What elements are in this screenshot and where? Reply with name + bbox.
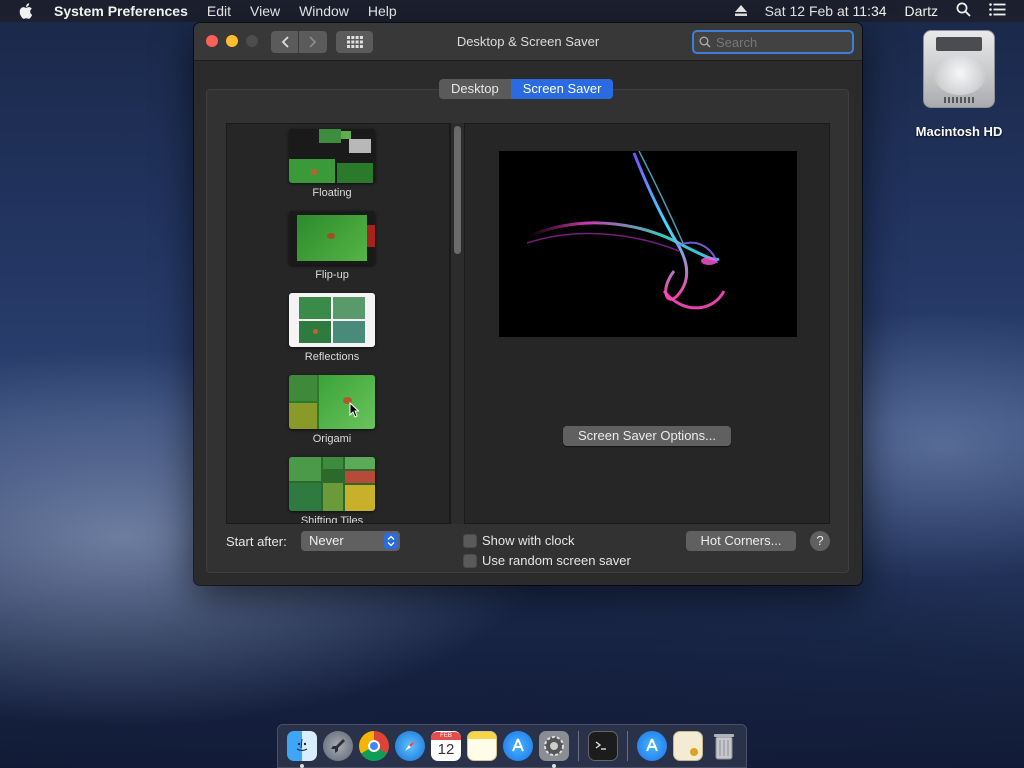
tab-screen-saver[interactable]: Screen Saver [510,79,614,99]
origami-thumbnail [289,375,375,429]
menu-help[interactable]: Help [368,3,397,19]
menu-window[interactable]: Window [299,3,349,19]
chevron-left-icon [281,36,289,48]
grid-icon [346,36,363,48]
show-with-clock-label[interactable]: Show with clock [482,533,574,548]
drive-label: Macintosh HD [915,124,1003,139]
saver-item-flip-up[interactable]: Flip-up [227,206,427,288]
calendar-date: 12 [437,741,455,758]
mouse-pointer-icon [349,401,360,421]
search-icon [699,36,711,48]
notification-center-icon[interactable] [989,3,1006,19]
show-all-button[interactable] [336,31,373,53]
show-with-clock-checkbox[interactable] [463,533,477,548]
calendar-icon[interactable]: FEB 12 [431,731,461,761]
screen-saver-options-button[interactable]: Screen Saver Options... [563,426,731,446]
finder-icon[interactable] [287,731,317,768]
help-button[interactable]: ? [810,531,830,551]
saver-label: Flip-up [315,269,349,281]
menu-edit[interactable]: Edit [207,3,231,19]
tab-segmented-control: Desktop Screen Saver [439,79,614,99]
random-saver-label[interactable]: Use random screen saver [482,553,631,568]
chrome-icon[interactable] [359,731,389,761]
terminal-icon[interactable] [588,731,618,761]
spotlight-search-icon[interactable] [956,2,971,20]
search-field[interactable] [692,30,854,54]
app-store-icon[interactable] [503,731,533,761]
saver-item-shifting-tiles[interactable]: Shifting Tiles [227,452,427,523]
chevron-right-icon [309,36,317,48]
show-with-clock-row[interactable]: Show with clock [463,533,574,548]
random-saver-checkbox[interactable] [463,553,477,568]
screen-saver-list[interactable]: Floating Flip-up Reflections Origami Shi… [226,123,450,524]
chevron-up-down-icon [384,533,398,549]
saver-label: Floating [312,187,352,199]
system-preferences-window: Desktop & Screen Saver Desktop Screen Sa… [194,23,862,585]
saver-item-floating[interactable]: Floating [227,124,427,206]
back-button[interactable] [271,31,299,53]
title-bar[interactable]: Desktop & Screen Saver [194,23,862,61]
menu-clock[interactable]: Sat 12 Feb at 11:34 [765,3,887,19]
launchpad-icon[interactable] [323,731,353,761]
running-indicator [552,764,556,768]
minimize-window-button[interactable] [226,35,238,47]
saver-label: Reflections [304,351,360,363]
floating-thumbnail [289,129,375,183]
notes-icon[interactable] [467,731,497,761]
calendar-month: FEB [431,732,461,740]
trash-icon[interactable] [709,731,739,761]
flip-up-thumbnail [289,211,375,265]
shifting-tiles-thumbnail [289,457,375,511]
scrollbar-knob[interactable] [454,126,461,254]
menu-bar: System Preferences Edit View Window Help… [0,0,1024,22]
app-store-downloads-icon[interactable] [637,731,667,761]
zoom-window-button[interactable] [246,35,258,47]
menu-view[interactable]: View [250,3,280,19]
system-preferences-icon[interactable] [539,731,569,768]
screen-saver-preview [499,151,797,337]
saver-item-reflections[interactable]: Reflections [227,288,427,370]
running-indicator [300,764,304,768]
menu-user[interactable]: Dartz [905,3,938,19]
hot-corners-button[interactable]: Hot Corners... [686,531,796,551]
certificate-icon[interactable] [673,731,703,761]
safari-icon[interactable] [395,731,425,761]
preview-pane: Screen Saver Options... [464,123,830,524]
menu-app-name[interactable]: System Preferences [54,3,188,19]
desktop-drive-macintosh-hd[interactable]: Macintosh HD [905,30,1013,139]
start-after-label: Start after: [226,534,287,549]
start-after-value: Never [309,533,344,548]
start-after-select[interactable]: Never [301,531,400,551]
saver-label: Shifting Tiles [300,515,364,524]
list-scrollbar[interactable] [450,123,464,524]
reflections-thumbnail [289,293,375,347]
random-saver-row[interactable]: Use random screen saver [463,553,631,568]
tab-desktop[interactable]: Desktop [439,79,511,99]
forward-button[interactable] [299,31,327,53]
saver-item-origami[interactable]: Origami [227,370,427,452]
dock: FEB 12 [277,724,747,768]
close-window-button[interactable] [206,35,218,47]
dock-separator [627,731,628,761]
apple-logo-icon[interactable] [18,3,34,19]
eject-icon[interactable] [734,3,747,19]
search-input[interactable] [716,34,846,50]
hard-drive-icon [923,30,995,108]
saver-label: Origami [312,433,352,445]
dock-separator [578,731,579,761]
